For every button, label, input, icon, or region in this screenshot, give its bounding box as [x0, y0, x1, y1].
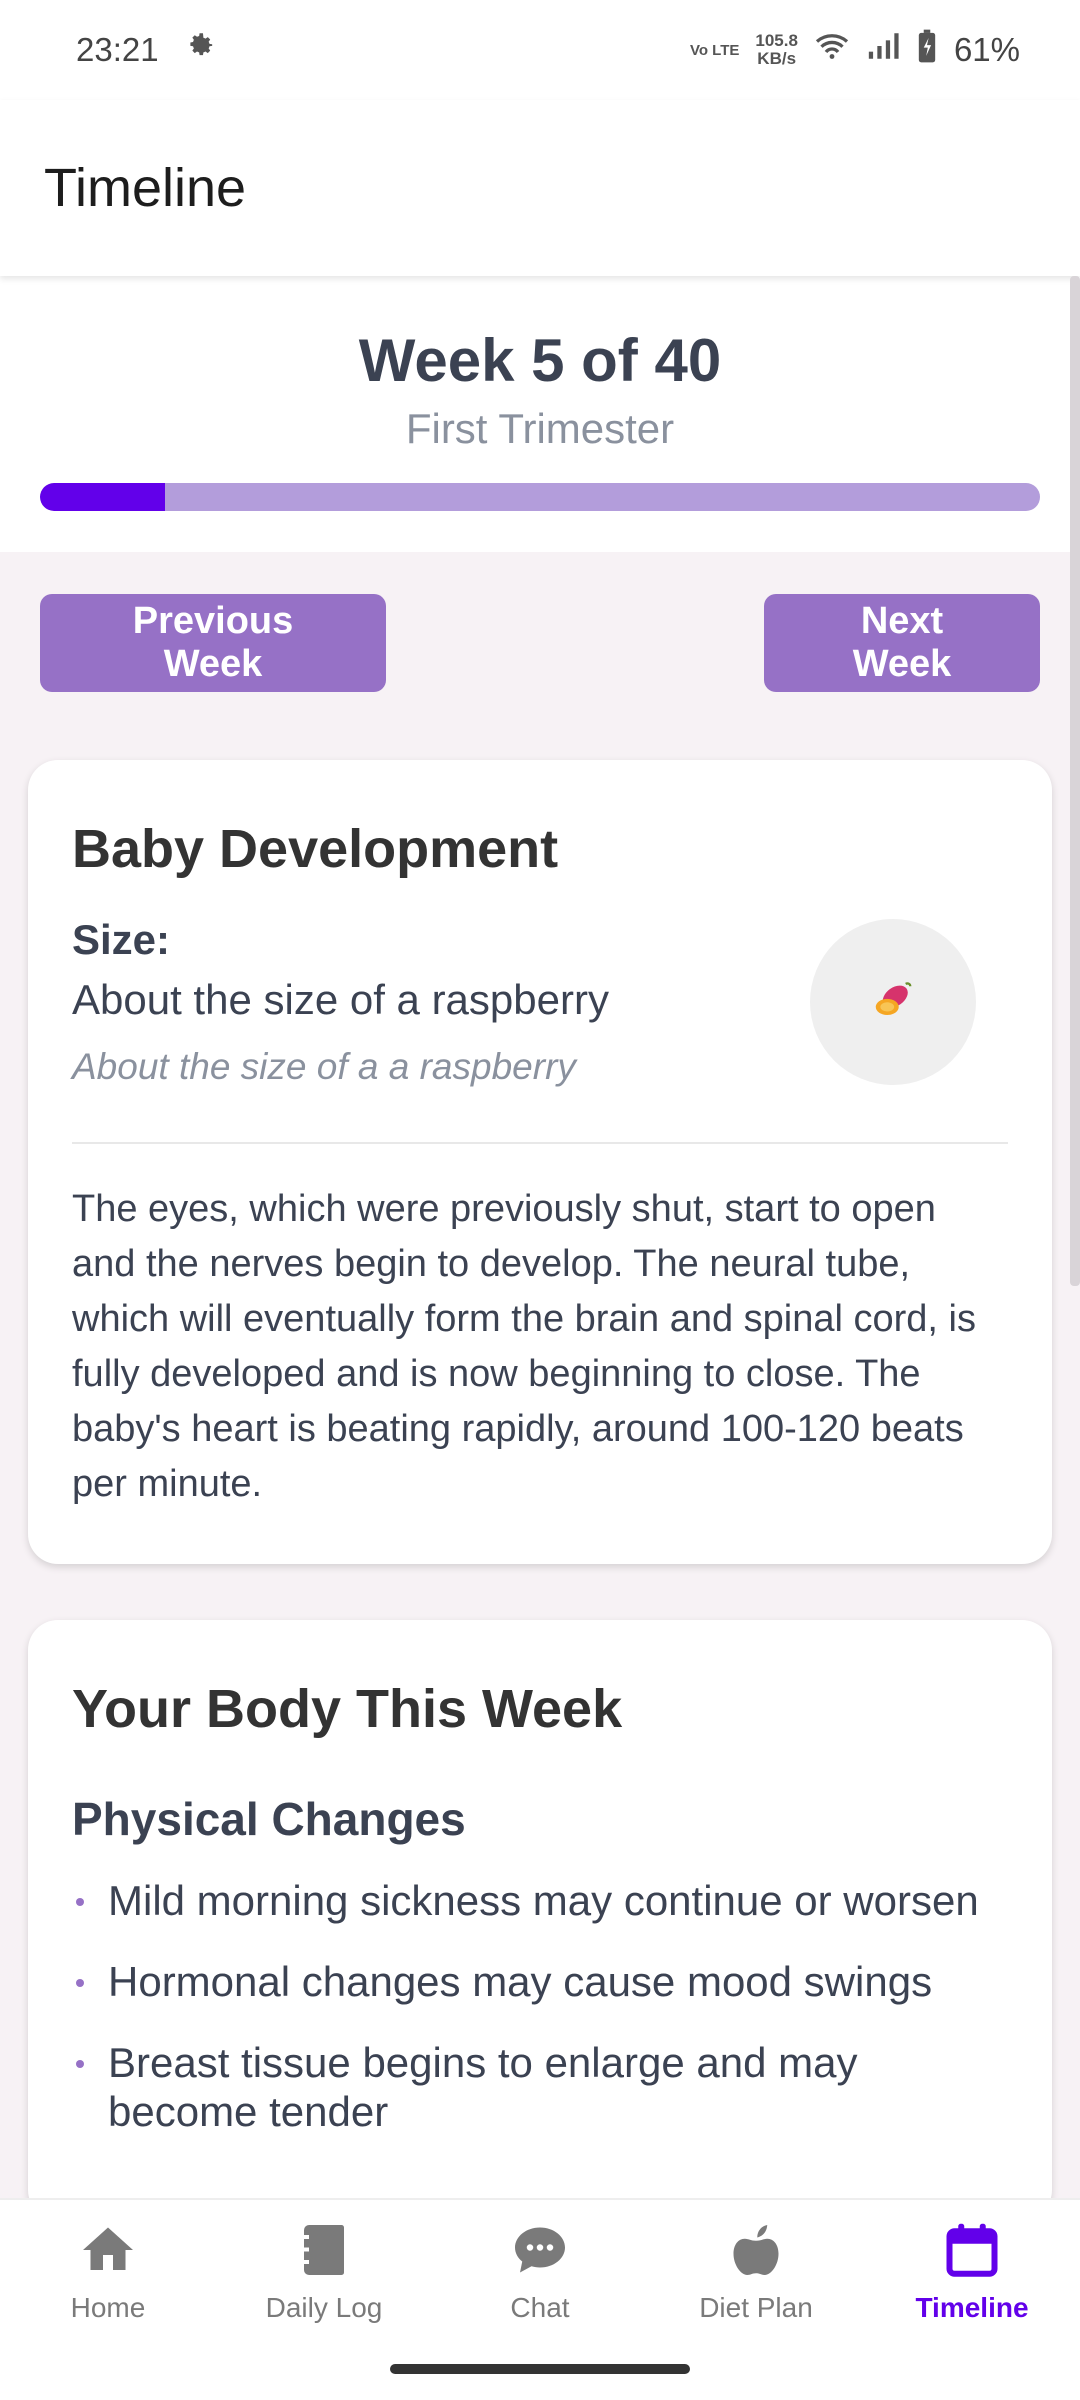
your-body-card: Your Body This Week Physical Changes Mil…: [28, 1620, 1052, 2198]
list-item: Hormonal changes may cause mood swings: [72, 1957, 1008, 2006]
week-header: Week 5 of 40 First Trimester: [0, 276, 1080, 552]
divider: [72, 1142, 1008, 1144]
baby-development-title: Baby Development: [72, 819, 559, 879]
net-speed-unit: KB/s: [757, 49, 797, 68]
nav-label-chat: Chat: [510, 2292, 570, 2323]
volte-indicator: Vo LTE: [689, 41, 740, 59]
status-right: Vo LTE 105.8 KB/s 61%: [690, 28, 1020, 72]
physical-changes-title: Physical Changes: [72, 1793, 466, 1845]
week-title: Week 5 of 40: [358, 327, 722, 394]
size-text: About the size of a raspberry: [72, 976, 609, 1023]
page-title: Timeline: [44, 158, 247, 218]
size-label: Size:: [72, 916, 171, 963]
signal-icon: [866, 31, 900, 69]
net-speed: 105.8 KB/s: [755, 32, 798, 68]
timeline-content[interactable]: Week 5 of 40 First Trimester Previous We…: [0, 276, 1080, 2198]
nav-item-timeline[interactable]: Timeline: [864, 2220, 1080, 2400]
nav-item-home[interactable]: Home: [0, 2220, 216, 2400]
list-item: Breast tissue begins to enlarge and may …: [72, 2038, 1008, 2136]
nav-label-diet-plan: Diet Plan: [699, 2292, 813, 2323]
size-row: Size: About the size of a raspberry Abou…: [72, 916, 1008, 1088]
chat-bubble-icon: [515, 2227, 565, 2273]
battery-charging-icon: [916, 28, 938, 72]
size-comparison-avatar: [810, 919, 976, 1085]
home-icon: [83, 2227, 133, 2270]
your-body-title: Your Body This Week: [72, 1679, 623, 1739]
nav-label-timeline: Timeline: [915, 2292, 1029, 2323]
previous-week-button[interactable]: Previous Week: [40, 594, 386, 692]
sweet-potato-icon: [870, 977, 916, 1028]
physical-changes-list: Mild morning sickness may continue or wo…: [72, 1876, 1008, 2136]
nav-label-daily-log: Daily Log: [265, 2292, 383, 2323]
nav-label-home: Home: [70, 2292, 146, 2323]
pregnancy-progress-fill: [40, 483, 165, 511]
settings-gear-icon: [183, 29, 217, 71]
scrollbar[interactable]: [1070, 276, 1080, 1286]
size-info: Size: About the size of a raspberry Abou…: [72, 916, 609, 1088]
net-speed-value: 105.8: [755, 31, 798, 50]
development-description: The eyes, which were previously shut, st…: [72, 1188, 976, 1505]
size-subtext: About the size of a a raspberry: [72, 1046, 576, 1087]
status-time: 23:21: [76, 31, 159, 68]
status-bar: 23:21 Vo LTE 105.8 KB/s 61%: [0, 0, 1080, 100]
apple-icon: [733, 2225, 779, 2275]
wifi-icon: [814, 31, 850, 69]
calendar-icon: [946, 2223, 998, 2277]
pregnancy-progress-bar: [40, 483, 1040, 511]
app-bar: Timeline: [0, 100, 1080, 276]
baby-development-card: Baby Development Size: About the size of…: [28, 760, 1052, 1564]
week-navigation: Previous Week Next Week: [0, 594, 1080, 692]
next-week-button[interactable]: Next Week: [764, 594, 1040, 692]
status-left: 23:21: [76, 29, 217, 71]
battery-level: 61%: [953, 31, 1020, 68]
trimester-label: First Trimester: [405, 405, 675, 452]
journal-icon: [301, 2225, 344, 2275]
home-indicator[interactable]: [390, 2364, 690, 2374]
list-item: Mild morning sickness may continue or wo…: [72, 1876, 1008, 1925]
